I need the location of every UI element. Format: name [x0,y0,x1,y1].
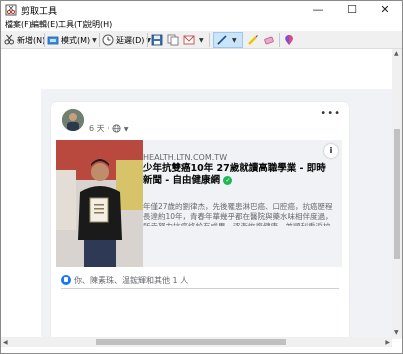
delay-label: 延遲(D) [116,35,145,45]
link-description: 年僅27歲的劉律杰，先後罹患淋巴癌、口腔癌，抗癌歷程長達約10年，青春年華幾乎都… [143,202,333,226]
chevron-down-icon: ▼ [232,36,237,44]
more-options-button[interactable]: ••• [320,108,341,119]
eraser-button[interactable] [263,32,277,48]
menu-help[interactable]: 說明(H) [84,19,112,30]
globe-icon [112,124,121,133]
toolbar-divider [99,33,100,47]
horizontal-scroll-thumb[interactable] [96,339,286,345]
menu-file[interactable]: 檔案(F) [5,19,32,30]
new-snip-button[interactable]: 新增(N) [3,32,45,48]
like-reaction-icon [61,275,71,285]
link-headline[interactable]: 少年抗雙癌10年 27歲就讀高職學業 - 即時新聞 - 自由健康網 ✓ [143,163,333,187]
new-snip-label: 新增(N) [17,35,46,45]
link-domain: HEALTH.LTN.COM.TW [143,153,228,162]
facebook-post-card: 6 天 · ▼ ••• i HEALTH.LTN.COM.TW 少年抗雙癌10年… [51,102,349,342]
paint3d-icon [285,35,293,45]
horizontal-scrollbar[interactable]: ◀ ▶ [1,337,392,347]
copy-button[interactable] [167,32,181,48]
mode-label: 模式(M) [61,35,91,45]
avatar[interactable] [62,109,84,131]
info-button[interactable]: i [324,144,338,158]
menu-bar: 檔案(F) 編輯(E) 工具(T) 說明(H) [1,19,402,31]
scroll-up-icon[interactable]: ▲ [394,50,399,57]
close-button[interactable]: ✕ [368,1,402,19]
reactions-summary[interactable]: 你、陳素珠、温鋐輝和其他 1 人 [61,274,188,286]
menu-tools[interactable]: 工具(T) [58,19,85,30]
article-photo [56,140,143,267]
verified-check-icon: ✓ [223,176,233,185]
send-button[interactable]: ▼ [183,32,204,48]
pen-button[interactable]: ▼ [216,32,237,48]
toolbar-divider [279,33,280,47]
chevron-down-icon: ▼ [199,36,204,44]
new-snip-icon [4,34,14,45]
snip-content-area: 6 天 · ▼ ••• i HEALTH.LTN.COM.TW 少年抗雙癌10年… [1,49,402,345]
window-title: 剪取工具 [21,7,58,17]
menu-edit[interactable]: 編輯(E) [31,19,58,30]
delay-button[interactable]: 延遲(D) ▼ [102,32,151,48]
post-time-text: 6 天 · [89,124,110,133]
toolbar-divider [147,33,148,47]
avatar-image [62,109,84,131]
save-button[interactable] [151,32,165,48]
send-snip-icon [183,35,195,45]
chevron-down-icon: ▼ [92,36,97,44]
scissors-app-icon [5,4,17,16]
highlighter-icon [248,35,258,45]
scroll-right-icon[interactable]: ▶ [385,339,390,346]
mode-icon [47,36,59,45]
save-icon [151,34,163,46]
pen-icon [217,35,227,45]
scroll-left-icon[interactable]: ◀ [3,339,8,346]
clock-icon [102,34,114,46]
vertical-scroll-thumb[interactable] [394,129,400,259]
toolbar-divider [209,33,210,47]
maximize-button[interactable]: ☐ [335,1,369,19]
toolbar-divider [44,33,45,47]
post-divider [61,288,339,289]
paint3d-button[interactable] [283,32,297,48]
highlighter-button[interactable] [247,32,261,48]
audience-chevron-icon: ▼ [123,126,129,133]
post-timestamp[interactable]: 6 天 · ▼ [89,123,128,134]
title-bar: 剪取工具 — ☐ ✕ [1,1,402,19]
copy-icon [167,34,179,46]
link-preview-image [56,140,143,267]
reactions-text: 你、陳素珠、温鋐輝和其他 1 人 [74,275,189,285]
snipping-tool-window: 剪取工具 — ☐ ✕ 檔案(F) 編輯(E) 工具(T) 說明(H) 新增(N)… [0,0,403,354]
link-headline-text: 少年抗雙癌10年 27歲就讀高職學業 - 即時新聞 - 自由健康網 [143,163,326,186]
vertical-scrollbar[interactable]: ▲ ▼ [392,49,402,337]
eraser-icon [264,36,274,45]
minimize-button[interactable]: — [301,1,335,19]
scroll-down-icon[interactable]: ▼ [394,329,399,336]
toolbar: 新增(N) 模式(M) ▼ 延遲(D) ▼ ▼ ▼ [1,31,402,49]
mode-button[interactable]: 模式(M) ▼ [47,32,97,48]
